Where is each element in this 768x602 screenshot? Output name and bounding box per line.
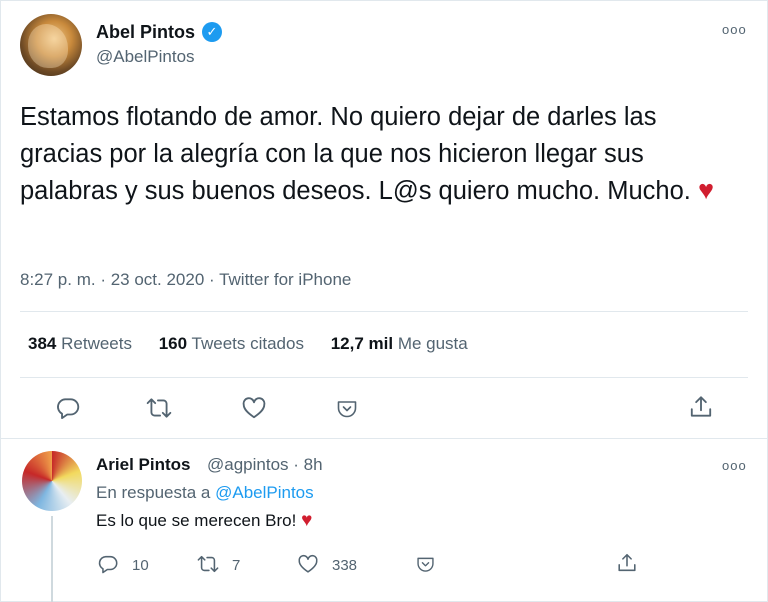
verified-icon: ✓ [202, 22, 222, 42]
more-options-icon[interactable]: ooo [722, 22, 747, 37]
tweet-timestamp[interactable]: 8:27 p. m. · 23 oct. 2020 · Twitter for … [20, 270, 351, 290]
reply-avatar[interactable] [22, 451, 82, 511]
reply-text-body: Es lo que se merecen Bro! [96, 511, 297, 530]
reply-heart-icon[interactable] [297, 553, 319, 580]
section-divider [0, 438, 768, 439]
quotes-count: 160 [158, 334, 188, 353]
reply-author-name[interactable]: Ariel Pintos [96, 455, 190, 475]
retweets-label: Retweets [61, 334, 132, 353]
reply-icon[interactable] [55, 395, 81, 426]
likes-count: 12,7 mil [330, 334, 394, 353]
reply-more-options-icon[interactable]: ooo [722, 458, 747, 473]
author-name[interactable]: Abel Pintos [96, 22, 195, 43]
reply-retweet-icon[interactable] [197, 553, 219, 580]
likes-label: Me gusta [397, 334, 468, 353]
author-handle[interactable]: @AbelPintos [96, 47, 195, 67]
tweet-text: Estamos flotando de amor. No quiero deja… [20, 99, 740, 210]
red-heart-emoji: ♥ [697, 175, 714, 205]
retweet-count: 7 [232, 557, 241, 574]
avatar[interactable] [20, 14, 82, 76]
replying-to-link[interactable]: @AbelPintos [215, 483, 314, 502]
reply-text: Es lo que se merecen Bro! ♥ [96, 510, 312, 532]
like-count: 338 [332, 557, 358, 574]
replying-prefix: En respuesta a [96, 483, 211, 502]
thread-line [51, 516, 53, 602]
share-icon[interactable] [688, 394, 714, 425]
reply-count: 10 [132, 557, 149, 574]
reply-bookmark-icon[interactable] [415, 554, 436, 580]
reply-reply-icon[interactable] [97, 553, 119, 580]
divider [20, 311, 748, 312]
replying-to: En respuesta a @AbelPintos [96, 483, 314, 503]
reply-handle-time[interactable]: @agpintos · 8h [207, 455, 323, 475]
retweet-icon[interactable] [146, 395, 172, 426]
heart-icon[interactable] [241, 395, 267, 426]
retweets-stat[interactable]: 384 Retweets [28, 334, 132, 353]
reply-share-icon[interactable] [616, 552, 638, 579]
divider [20, 377, 748, 378]
engagement-stats: 384 Retweets 160 Tweets citados 12,7 mil… [28, 334, 490, 354]
quotes-stat[interactable]: 160 Tweets citados [159, 334, 304, 353]
bookmark-icon[interactable] [335, 397, 359, 426]
likes-stat[interactable]: 12,7 mil Me gusta [331, 334, 468, 353]
quotes-label: Tweets citados [191, 334, 304, 353]
tweet-text-body: Estamos flotando de amor. No quiero deja… [20, 103, 691, 205]
retweets-count: 384 [28, 334, 57, 353]
red-heart-emoji: ♥ [301, 510, 313, 531]
